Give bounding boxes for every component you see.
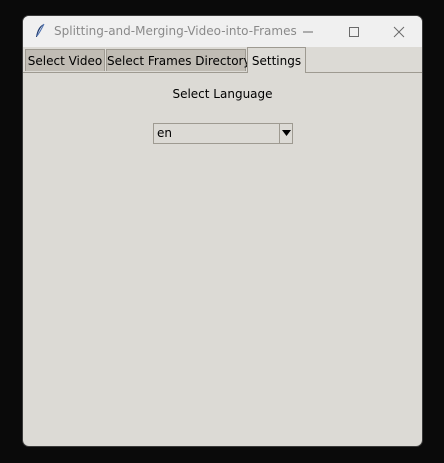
close-button[interactable] — [376, 16, 422, 47]
language-label: Select Language — [172, 87, 273, 101]
tab-select-video[interactable]: Select Video — [25, 49, 105, 71]
maximize-icon — [349, 27, 359, 37]
title-bar[interactable]: Splitting-and-Merging-Video-into-Frames — [23, 16, 422, 47]
settings-panel: Select Language en — [23, 73, 422, 446]
language-value: en — [157, 126, 172, 140]
tab-select-frames-directory[interactable]: Select Frames Directory — [106, 49, 251, 71]
chevron-down-icon — [282, 130, 291, 136]
feather-icon — [32, 23, 48, 39]
minimize-icon — [303, 31, 313, 33]
language-combobox[interactable]: en — [153, 123, 293, 144]
close-icon — [393, 26, 405, 38]
dropdown-button[interactable] — [279, 124, 292, 143]
maximize-button[interactable] — [331, 16, 377, 47]
app-window: Splitting-and-Merging-Video-into-Frames … — [23, 16, 422, 446]
window-title: Splitting-and-Merging-Video-into-Frames — [54, 24, 297, 38]
minimize-button[interactable] — [285, 16, 331, 47]
tab-settings[interactable]: Settings — [247, 47, 306, 73]
notebook-tabs: Select Video Select Frames Directory Set… — [23, 47, 422, 73]
